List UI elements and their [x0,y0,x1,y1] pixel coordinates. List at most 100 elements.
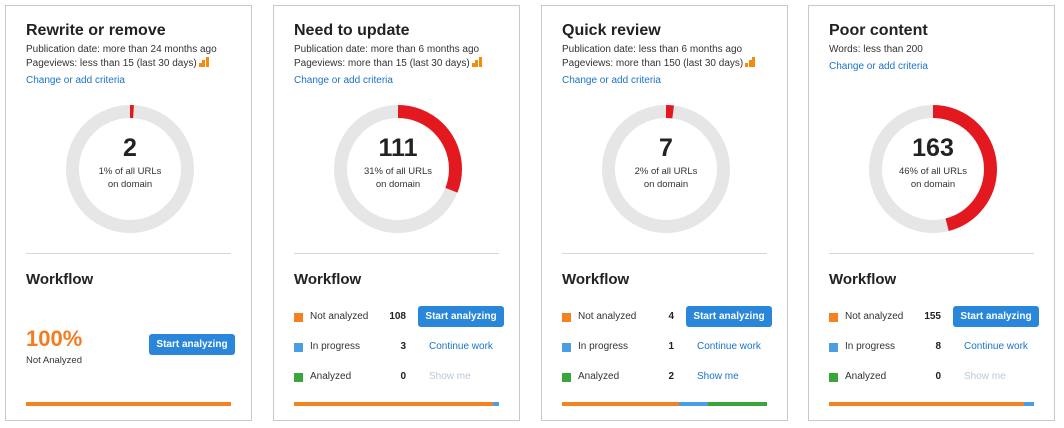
divider [26,253,231,254]
share-line: 2% of all URLs [634,166,698,177]
start-analyzing-button[interactable]: Start analyzing [953,306,1039,327]
progress-segment-not-analyzed [562,402,680,406]
status-count: 0 [400,371,406,382]
analytics-icon [471,57,482,67]
status-count: 1 [668,341,674,352]
in-progress-swatch [294,343,303,352]
status-label: In progress [310,341,361,352]
status-count: 3 [400,341,406,352]
url-count: 2 [123,134,137,162]
workflow-title: Workflow [294,271,362,288]
status-count: 0 [935,371,941,382]
not-analyzed-swatch [562,313,571,322]
progress-segment-in-progress [1023,402,1034,406]
share-line: 46% of all URLs [898,166,968,177]
show-me-link: Show me [429,371,471,382]
url-share-label: 1% of all URLs on domain [65,165,195,191]
criteria-text: Publication date: more than 6 months ago [294,44,480,55]
status-count: 155 [924,311,941,322]
share-line: on domain [910,179,956,190]
status-label: Not analyzed [845,311,904,322]
status-row-in-progress: In progress 8 Continue work [829,341,1034,355]
continue-work-link[interactable]: Continue work [429,341,493,352]
criteria-line: Pageviews: more than 15 (last 30 days) [294,57,482,70]
criteria-text: Pageviews: more than 150 (last 30 days) [562,58,744,69]
share-line: on domain [375,179,421,190]
card-title: Need to update [294,22,410,39]
card-body: Quick review Publication date: less than … [562,6,772,420]
audit-card: Rewrite or remove Publication date: more … [5,5,252,421]
status-label: In progress [845,341,896,352]
status-count: 2 [668,371,674,382]
workflow-progress-bar [26,402,231,406]
in-progress-swatch [829,343,838,352]
start-analyzing-button[interactable]: Start analyzing [686,306,772,327]
progress-segment-not-analyzed [26,402,231,406]
workflow-title: Workflow [562,271,630,288]
workflow-title: Workflow [829,271,897,288]
workflow-progress-bar [829,402,1034,406]
url-count: 7 [659,134,673,162]
url-share-donut: 7 2% of all URLs on domain [601,104,731,234]
status-row-analyzed: Analyzed 0 Show me [294,371,499,385]
status-label: Not analyzed [310,311,369,322]
criteria-line: Pageviews: more than 150 (last 30 days) [562,57,756,70]
change-criteria-link[interactable]: Change or add criteria [829,61,928,72]
url-share-label: 2% of all URLs on domain [601,165,731,191]
card-title: Rewrite or remove [26,22,166,39]
workflow-progress-bar [562,402,767,406]
continue-work-link[interactable]: Continue work [964,341,1028,352]
card-body: Poor content Words: less than 200 Change o… [829,6,1039,420]
audit-card: Quick review Publication date: less than … [541,5,788,421]
progress-segment-not-analyzed [294,402,494,406]
criteria-line: Pageviews: less than 15 (last 30 days) [26,57,209,70]
criteria-line: Words: less than 200 [829,43,923,56]
change-criteria-link[interactable]: Change or add criteria [294,75,393,86]
change-criteria-link[interactable]: Change or add criteria [562,75,661,86]
status-row-analyzed: Analyzed 0 Show me [829,371,1034,385]
criteria-text: Pageviews: less than 15 (last 30 days) [26,58,197,69]
start-analyzing-button[interactable]: Start analyzing [418,306,504,327]
card-title: Poor content [829,22,928,39]
analyzed-swatch [294,373,303,382]
change-criteria-link[interactable]: Change or add criteria [26,75,125,86]
status-label: In progress [578,341,629,352]
url-count: 111 [378,134,418,162]
status-label: Not analyzed [578,311,637,322]
criteria-text: Publication date: less than 6 months ago [562,44,743,55]
show-me-link[interactable]: Show me [697,371,739,382]
status-label: Analyzed [845,371,887,382]
progress-segment-in-progress [679,402,709,406]
url-share-donut: 111 31% of all URLs on domain [333,104,463,234]
status-label: Analyzed [310,371,352,382]
criteria-line: Publication date: less than 6 months ago [562,43,742,56]
analytics-icon [745,57,756,67]
status-label: Analyzed [578,371,620,382]
progress-segment-in-progress [493,402,499,406]
not-analyzed-swatch [294,313,303,322]
card-body: Rewrite or remove Publication date: more … [26,6,235,420]
url-share-donut: 163 46% of all URLs on domain [868,104,998,234]
status-row-in-progress: In progress 3 Continue work [294,341,499,355]
show-me-link: Show me [964,371,1006,382]
progress-segment-analyzed [708,402,767,406]
status-count: 4 [668,311,674,322]
continue-work-link[interactable]: Continue work [697,341,761,352]
share-line: 31% of all URLs [363,166,433,177]
criteria-line: Publication date: more than 6 months ago [294,43,479,56]
status-count: 108 [389,311,406,322]
in-progress-swatch [562,343,571,352]
divider [562,253,767,254]
progress-segment-not-analyzed [829,402,1024,406]
not-analyzed-label: Not Analyzed [26,355,82,366]
audit-card: Poor content Words: less than 200 Change o… [808,5,1055,421]
analyzed-swatch [562,373,571,382]
not-analyzed-percent: 100% [26,326,83,351]
status-row-in-progress: In progress 1 Continue work [562,341,767,355]
workflow-title: Workflow [26,271,94,288]
url-share-donut: 2 1% of all URLs on domain [65,104,195,234]
share-line: 1% of all URLs [98,166,162,177]
url-share-label: 46% of all URLs on domain [868,165,998,191]
divider [294,253,499,254]
start-analyzing-button[interactable]: Start analyzing [149,334,235,355]
